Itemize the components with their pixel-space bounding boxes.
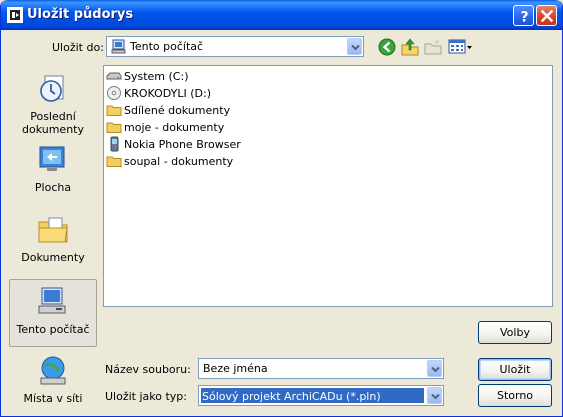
place-documents[interactable]: Dokumenty bbox=[9, 213, 97, 264]
place-label: Dokumenty bbox=[21, 251, 85, 264]
file-name: Nokia Phone Browser bbox=[124, 138, 241, 151]
new-folder-button[interactable] bbox=[422, 36, 444, 58]
place-my-computer[interactable]: Tento počítač bbox=[9, 279, 97, 347]
file-name: soupal - dokumenty bbox=[124, 155, 234, 168]
file-name: System (C:) bbox=[124, 70, 189, 83]
close-button[interactable] bbox=[536, 5, 557, 26]
save-in-label: Uložit do: bbox=[52, 41, 104, 54]
places-bar: Poslední dokumenty Plocha Dokumenty Tent… bbox=[9, 65, 97, 406]
close-icon bbox=[540, 9, 554, 23]
chevron-down-icon bbox=[431, 366, 440, 373]
filename-label: Název souboru: bbox=[105, 363, 191, 376]
folder-icon bbox=[106, 122, 122, 133]
up-one-level-button[interactable] bbox=[399, 36, 421, 58]
help-button[interactable]: ? bbox=[513, 5, 534, 26]
folder-icon bbox=[106, 105, 122, 116]
save-in-dropdown[interactable]: Tento počítač bbox=[106, 36, 364, 57]
filetype-dropdown[interactable]: Sólový projekt ArchiCADu (*.pln) bbox=[198, 385, 444, 406]
place-label: Místa v síti bbox=[23, 392, 83, 405]
file-name: Sdílené dokumenty bbox=[124, 104, 231, 117]
back-icon bbox=[378, 38, 396, 56]
options-button[interactable]: Volby bbox=[478, 321, 552, 344]
up-folder-icon bbox=[401, 38, 419, 56]
network-places-icon bbox=[40, 356, 66, 385]
my-computer-small-icon bbox=[111, 39, 126, 54]
folder-icon bbox=[106, 156, 122, 167]
save-in-dropdown-arrow[interactable] bbox=[347, 38, 362, 55]
place-recent-documents[interactable]: Poslední dokumenty bbox=[9, 72, 97, 136]
svg-text:?: ? bbox=[520, 10, 528, 26]
cancel-button[interactable]: Storno bbox=[478, 384, 552, 407]
back-button[interactable] bbox=[376, 36, 398, 58]
cd-drive-icon bbox=[107, 86, 121, 100]
filename-field[interactable]: Beze jména bbox=[198, 358, 444, 379]
chevron-down-icon bbox=[431, 393, 440, 400]
file-list[interactable]: System (C:) KROKODYLI (D:) Sdílené dokum… bbox=[103, 65, 553, 307]
views-menu-icon bbox=[448, 39, 472, 54]
filename-dropdown-arrow[interactable] bbox=[427, 360, 442, 377]
filetype-dropdown-arrow[interactable] bbox=[427, 387, 442, 404]
filetype-value: Sólový projekt ArchiCADu (*.pln) bbox=[201, 388, 424, 403]
window-title: Uložit půdorys bbox=[27, 7, 134, 22]
save-in-value: Tento počítač bbox=[130, 40, 204, 53]
question-mark-icon: ? bbox=[520, 10, 528, 26]
save-button[interactable]: Uložit bbox=[478, 358, 552, 381]
views-menu-button[interactable] bbox=[447, 36, 473, 58]
filename-value: Beze jména bbox=[203, 362, 268, 375]
place-label: Plocha bbox=[34, 181, 72, 194]
file-name: moje - dokumenty bbox=[124, 121, 225, 134]
new-folder-icon bbox=[424, 39, 442, 55]
documents-folder-icon bbox=[38, 217, 68, 243]
archicad-app-icon bbox=[7, 7, 23, 23]
desktop-icon bbox=[39, 146, 65, 171]
filetype-label: Uložit jako typ: bbox=[105, 390, 187, 403]
file-name: KROKODYLI (D:) bbox=[124, 87, 212, 100]
save-dialog: Uložit půdorys ? Uložit do: Tento počíta… bbox=[0, 0, 563, 417]
place-desktop[interactable]: Plocha bbox=[9, 143, 97, 194]
recent-documents-icon bbox=[40, 75, 64, 102]
hard-drive-icon bbox=[106, 72, 122, 80]
place-label: Tento počítač bbox=[16, 323, 90, 336]
title-bar[interactable]: Uložit půdorys ? bbox=[1, 0, 562, 30]
chevron-down-icon bbox=[351, 44, 360, 51]
place-label: Poslední dokumenty bbox=[22, 110, 84, 136]
phone-browser-icon bbox=[110, 136, 119, 152]
place-network[interactable]: Místa v síti bbox=[9, 354, 97, 405]
my-computer-icon bbox=[38, 287, 66, 314]
